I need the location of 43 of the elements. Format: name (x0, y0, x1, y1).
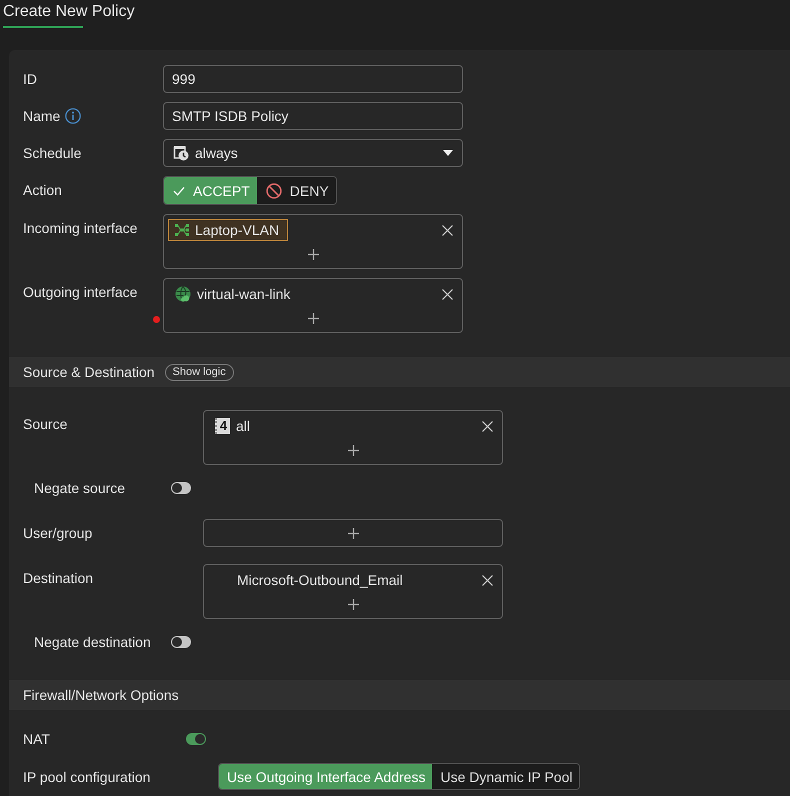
field-label: Name (23, 107, 60, 125)
field-label: Schedule (23, 144, 82, 162)
text-input[interactable]: SMTP ISDB Policy (163, 102, 463, 130)
field-label: ID (23, 70, 37, 88)
toggle-switch[interactable] (186, 733, 206, 745)
toggle-switch[interactable] (171, 482, 191, 494)
check-icon (173, 186, 185, 196)
prohibited-icon (266, 182, 282, 198)
field-label: Action (23, 181, 62, 199)
entry-chip[interactable]: Microsoft-Outbound_Email (208, 569, 412, 591)
text-input[interactable]: 999 (163, 65, 463, 93)
add-icon[interactable] (348, 444, 358, 456)
section-title: Firewall/Network Options (23, 687, 179, 703)
field-label: Outgoing interface (23, 283, 138, 301)
field-label: Incoming interface (23, 219, 138, 237)
field-label: Negate source (34, 479, 126, 497)
field-label: Source (23, 415, 68, 433)
network-icon (175, 224, 189, 236)
entry-chip[interactable]: virtual-wan-link (168, 283, 300, 305)
section-title: Source & Destination (23, 364, 155, 380)
add-icon[interactable] (348, 598, 358, 610)
entry-chip[interactable]: 4 all (208, 415, 260, 437)
page-title: Create New Policy (3, 2, 135, 22)
close-icon[interactable] (442, 224, 453, 236)
entry-chip[interactable]: Laptop-VLAN (168, 219, 288, 241)
caret-down-icon[interactable] (443, 150, 453, 156)
add-icon[interactable] (308, 312, 318, 324)
field-label: Destination (23, 569, 94, 587)
field-label: NAT (23, 730, 50, 748)
number-tile-icon: 4 (215, 418, 230, 434)
add-icon[interactable] (308, 248, 318, 260)
calendar-clock-icon (173, 145, 189, 161)
pill-button[interactable]: Show logic (164, 364, 234, 380)
add-icon[interactable] (348, 528, 358, 538)
globe-cloud-icon (175, 286, 191, 302)
field-label: User/group (23, 524, 92, 542)
close-icon[interactable] (442, 288, 453, 300)
close-icon[interactable] (482, 574, 493, 586)
field-label: Negate destination (34, 633, 151, 651)
field-label: IP pool configuration (23, 768, 150, 786)
toggle-switch[interactable] (171, 636, 191, 648)
close-icon[interactable] (482, 420, 493, 432)
dropdown-select[interactable]: always (163, 139, 463, 167)
